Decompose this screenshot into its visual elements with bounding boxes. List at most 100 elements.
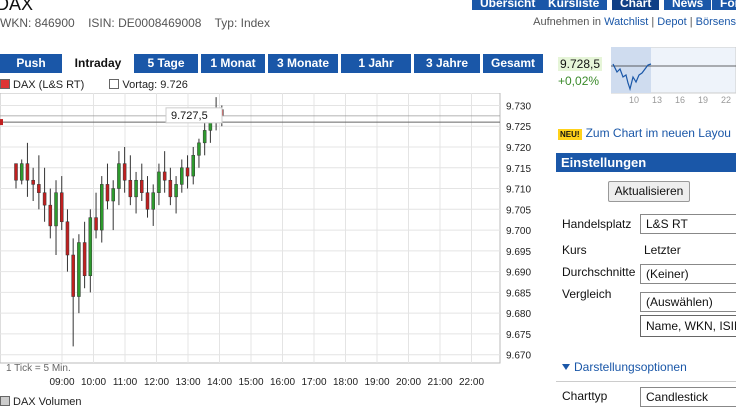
- candle-body: [151, 192, 155, 210]
- refresh-button[interactable]: Aktualisieren: [608, 181, 690, 202]
- candle-body: [42, 192, 47, 206]
- left-edge-marker: [0, 119, 3, 126]
- y-tick-label: 9.705: [506, 205, 531, 216]
- tick-note: 1 Tick = 5 Min.: [6, 363, 71, 374]
- tab-gesamt[interactable]: Gesamt: [483, 54, 543, 73]
- tab-3-jahre[interactable]: 3 Jahre: [414, 54, 480, 73]
- x-tick-label: 21:00: [427, 377, 452, 388]
- tab-5-tage[interactable]: 5 Tage: [134, 54, 198, 73]
- y-tick-label: 9.690: [506, 268, 531, 279]
- vergleich-input[interactable]: Name, WKN, ISIN: [640, 315, 736, 337]
- x-tick-label: 22:00: [459, 377, 484, 388]
- x-tick-label: 10:00: [81, 377, 106, 388]
- x-tick-label: 17:00: [301, 377, 326, 388]
- candle-body: [59, 192, 64, 223]
- candle-body: [88, 217, 93, 277]
- y-tick-label: 9.700: [506, 226, 531, 237]
- candle-body: [82, 242, 87, 277]
- page-title: DAX: [0, 0, 34, 14]
- x-tick-label: 09:00: [49, 377, 74, 388]
- candle-body: [111, 188, 115, 202]
- tab-kursliste[interactable]: Kursliste: [540, 0, 608, 10]
- display-options-toggle[interactable]: Darstellungsoptionen: [562, 360, 687, 374]
- candle-body: [162, 171, 167, 181]
- y-tick-label: 9.685: [506, 288, 531, 299]
- settings-header: Einstellungen: [556, 153, 736, 172]
- triangle-down-icon: [562, 364, 570, 370]
- charttyp-label: Charttyp: [562, 389, 608, 403]
- candle-body: [197, 142, 201, 156]
- x-tick-label: 13:00: [175, 377, 200, 388]
- candle-body: [14, 163, 18, 181]
- y-tick-label: 9.680: [506, 309, 531, 320]
- handelsplatz-label: Handelsplatz: [562, 217, 632, 231]
- tab-3-monate[interactable]: 3 Monate: [268, 54, 338, 73]
- tab-chart[interactable]: Chart: [612, 0, 660, 10]
- x-tick-label: 11:00: [113, 377, 138, 388]
- prev-swatch: [109, 79, 120, 89]
- kurs-label: Kurs: [562, 243, 587, 257]
- y-tick-label: 9.730: [506, 101, 531, 112]
- period-tabs: Push Intraday 5 Tage 1 Monat 3 Monate 1 …: [0, 54, 543, 73]
- tab-news[interactable]: News: [664, 0, 712, 10]
- tab-intraday[interactable]: Intraday: [65, 54, 131, 73]
- x-tick-label: 14:00: [207, 377, 232, 388]
- plot-area: [0, 93, 501, 364]
- candle-body: [191, 155, 195, 177]
- candle-body: [100, 184, 104, 231]
- handelsplatz-select[interactable]: L&S RT: [640, 214, 736, 234]
- candle-body: [105, 184, 110, 202]
- add-to-links: Aufnehmen in Watchlist | Depot | Börsens: [533, 16, 736, 28]
- new-badge: NEU!: [558, 129, 582, 140]
- chart-legend: DAX (L&S RT) Vortag: 9.726: [0, 79, 188, 91]
- mini-chart[interactable]: 10 13 16 19 22: [611, 47, 736, 105]
- x-tick-label: 18:00: [333, 377, 358, 388]
- candle-body: [128, 179, 133, 198]
- candle-body: [117, 163, 121, 189]
- legend-prev: Vortag: 9.726: [122, 79, 188, 91]
- y-tick-label: 9.710: [506, 185, 531, 196]
- durchschnitte-label: Durchschnitte: [562, 265, 636, 279]
- tab-forum[interactable]: For: [712, 0, 736, 10]
- volume-legend: DAX Volumen: [0, 396, 81, 408]
- price-change: +0,02%: [558, 74, 600, 88]
- boersen-link[interactable]: Börsens: [696, 16, 736, 28]
- candle-body: [65, 221, 70, 256]
- volume-swatch: [0, 396, 10, 406]
- vergleich-select[interactable]: (Auswählen): [640, 292, 736, 312]
- intraday-chart[interactable]: 9.730 9.725 9.720 9.715 9.710 9.705 9.700 9.695…: [0, 93, 556, 393]
- tab-overview[interactable]: Übersicht: [472, 0, 544, 10]
- current-price: 9.728,5: [558, 57, 603, 71]
- candle-body: [168, 179, 173, 198]
- candle-body: [122, 163, 127, 181]
- candle-body: [77, 242, 81, 297]
- y-tick-label: 9.715: [506, 164, 531, 175]
- charttyp-select[interactable]: Candlestick: [640, 387, 736, 407]
- legend-series: DAX (L&S RT): [13, 79, 85, 91]
- y-tick-label: 9.725: [506, 122, 531, 133]
- candle-body: [19, 163, 24, 181]
- depot-link[interactable]: Depot: [657, 16, 686, 28]
- options-divider: [556, 381, 736, 382]
- new-chart-link[interactable]: NEU! Zum Chart im neuen Layou: [558, 126, 731, 140]
- watchlist-link[interactable]: Watchlist: [604, 16, 648, 28]
- y-tick-label: 9.695: [506, 247, 531, 258]
- candle-body: [202, 130, 207, 144]
- tab-push[interactable]: Push: [0, 54, 62, 73]
- y-tick-label: 9.675: [506, 330, 531, 341]
- wkn-text: WKN: 846900: [0, 16, 75, 30]
- candle-body: [48, 204, 53, 227]
- series-swatch: [0, 79, 10, 89]
- candle-body: [25, 163, 30, 181]
- tab-1-monat[interactable]: 1 Monat: [201, 54, 265, 73]
- x-tick-label: 15:00: [238, 377, 263, 388]
- candle-body: [37, 184, 41, 193]
- x-tick-label: 12:00: [144, 377, 169, 388]
- mini-tick-label: 22: [721, 95, 731, 105]
- current-value-label: 9.727,5: [171, 110, 208, 122]
- type-text: Typ: Index: [214, 16, 270, 30]
- durchschnitte-select[interactable]: (Keiner): [640, 264, 736, 284]
- candle-body: [140, 179, 144, 193]
- tab-1-jahr[interactable]: 1 Jahr: [341, 54, 411, 73]
- mini-tick-label: 16: [675, 95, 685, 105]
